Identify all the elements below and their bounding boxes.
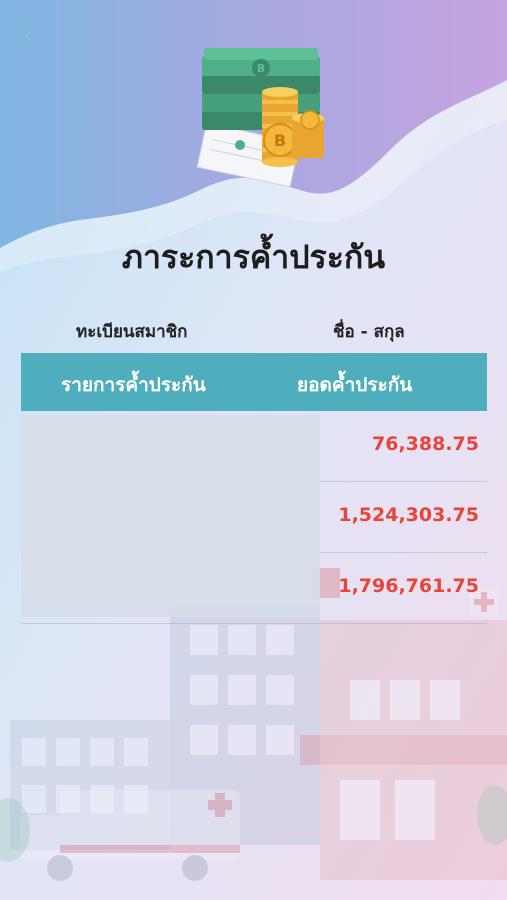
member-info-row: ทะเบียนสมาชิก ชื่อ - สกุล [0, 318, 507, 342]
guarantee-amount: 1,796,761.75 [338, 575, 479, 597]
header-guarantee-amount: ยอดค้ำประกัน [297, 374, 413, 396]
chevron-left-icon: ‹ [23, 17, 35, 53]
money-illustration: B B [196, 48, 324, 188]
redacted-region [21, 415, 320, 617]
member-name-label: ชื่อ - สกุล [333, 322, 405, 342]
member-id-label: ทะเบียนสมาชิก [76, 322, 188, 342]
guarantee-amount: 1,524,303.75 [338, 504, 479, 526]
svg-text:B: B [257, 62, 265, 75]
guarantee-table-header: รายการค้ำประกัน ยอดค้ำประกัน [21, 353, 487, 411]
svg-text:B: B [274, 131, 286, 150]
back-button[interactable]: ‹ [12, 17, 46, 53]
header-guarantee-item: รายการค้ำประกัน [61, 374, 206, 396]
page-title: ภาระการค้ำประกัน [121, 238, 386, 276]
guarantee-amount: 76,388.75 [372, 433, 479, 455]
